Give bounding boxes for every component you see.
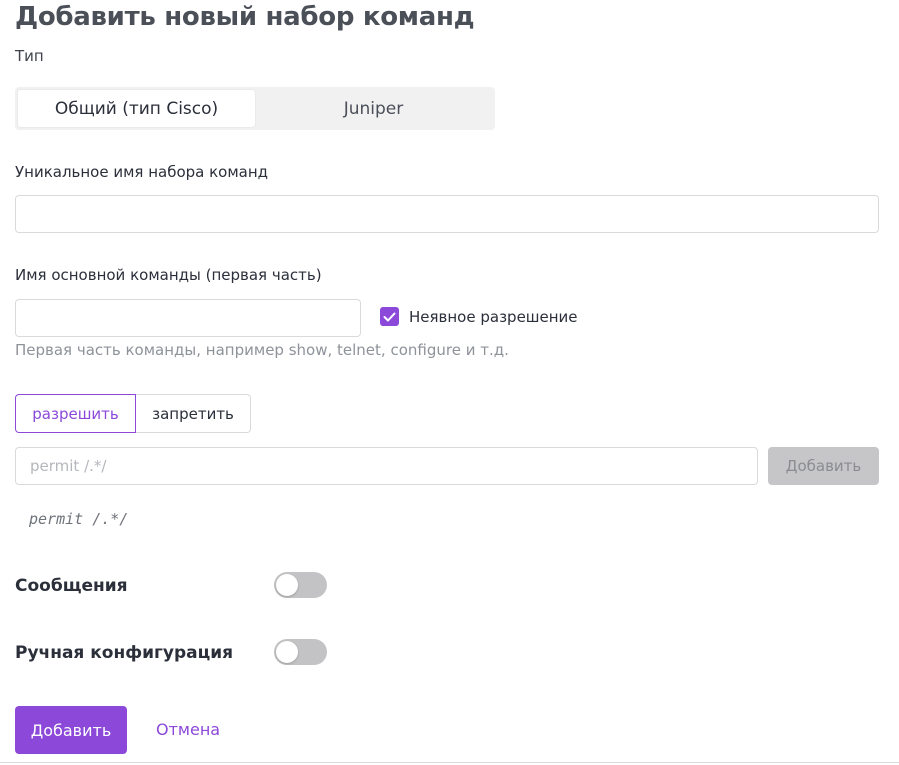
bottom-divider bbox=[0, 762, 899, 763]
page-title: Добавить новый набор команд bbox=[15, 2, 475, 32]
cancel-button[interactable]: Отмена bbox=[156, 720, 220, 739]
type-segmented-control: Общий (тип Cisco) Juniper bbox=[15, 87, 495, 130]
toggle-knob bbox=[276, 641, 298, 663]
messages-toggle[interactable] bbox=[274, 572, 327, 598]
main-command-label: Имя основной команды (первая часть) bbox=[15, 266, 322, 284]
rule-mode-toggle: разрешить запретить bbox=[15, 394, 251, 433]
manual-config-label: Ручная конфигурация bbox=[15, 643, 234, 663]
unique-name-label: Уникальное имя набора команд bbox=[15, 163, 269, 181]
messages-label: Сообщения bbox=[15, 576, 128, 596]
implicit-permission-label: Неявное разрешение bbox=[409, 307, 578, 326]
type-label: Тип bbox=[15, 47, 44, 65]
type-option-cisco[interactable]: Общий (тип Cisco) bbox=[18, 90, 255, 127]
unique-name-input[interactable] bbox=[15, 195, 879, 233]
rule-input[interactable] bbox=[15, 447, 758, 485]
rule-mode-permit[interactable]: разрешить bbox=[15, 394, 136, 433]
toggle-knob bbox=[276, 574, 298, 596]
rule-preview: permit /.*/ bbox=[29, 510, 129, 528]
rule-mode-deny[interactable]: запретить bbox=[136, 394, 251, 433]
manual-config-toggle[interactable] bbox=[274, 639, 327, 665]
main-command-hint: Первая часть команды, например show, tel… bbox=[15, 341, 509, 359]
add-rule-button[interactable]: Добавить bbox=[768, 447, 879, 485]
implicit-permission-checkbox[interactable]: Неявное разрешение bbox=[380, 307, 578, 326]
checkbox-checked-icon[interactable] bbox=[380, 307, 399, 326]
submit-button[interactable]: Добавить bbox=[15, 706, 127, 754]
main-command-input[interactable] bbox=[15, 299, 361, 337]
type-option-juniper[interactable]: Juniper bbox=[255, 90, 492, 127]
